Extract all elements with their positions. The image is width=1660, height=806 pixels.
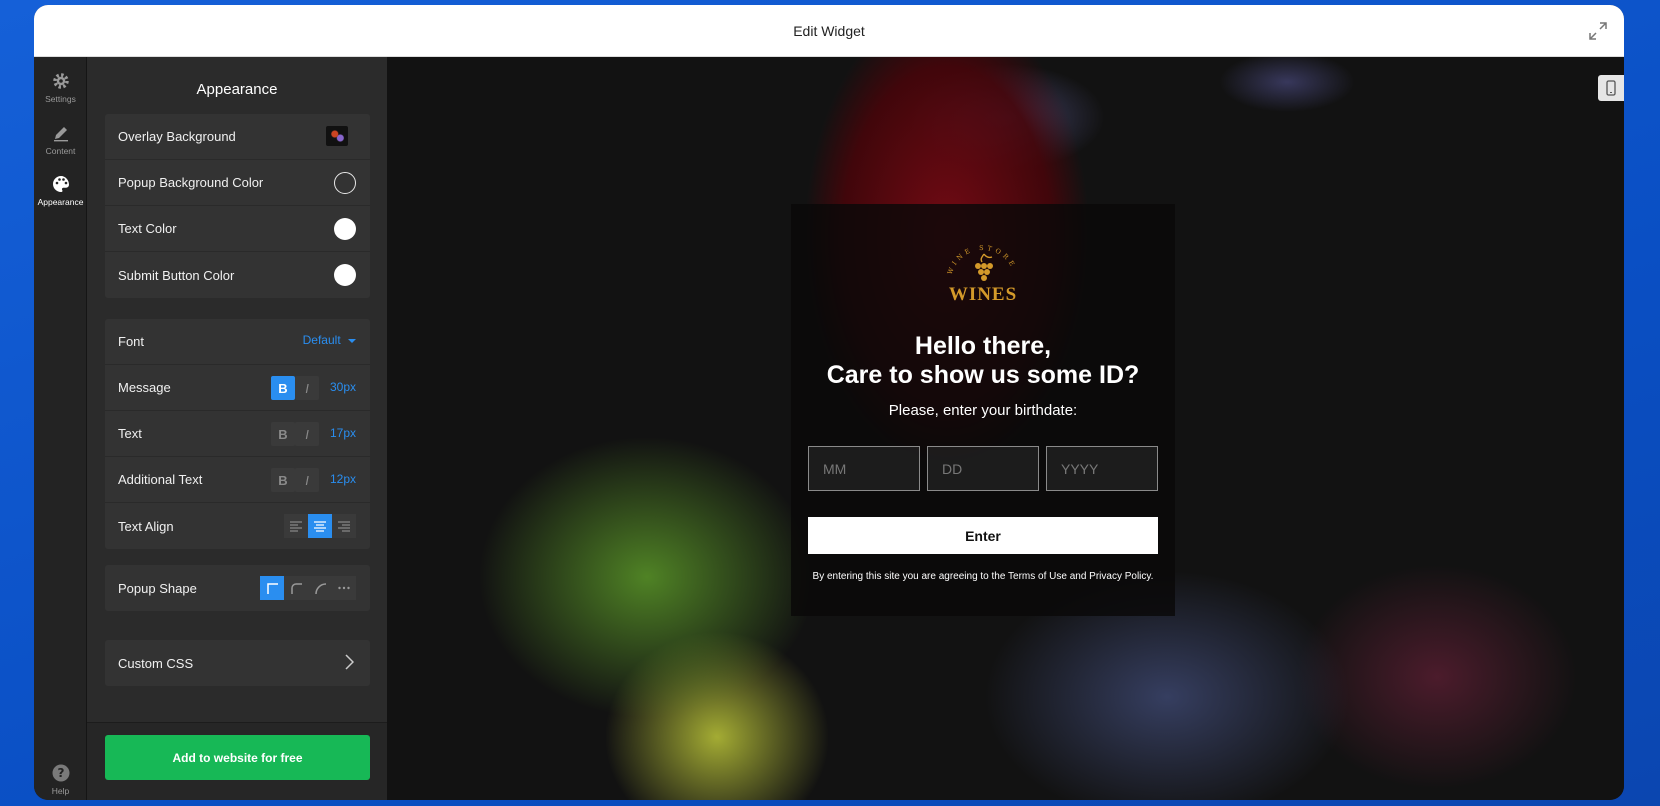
message-italic-toggle[interactable]: I bbox=[295, 376, 319, 400]
text-bold-toggle[interactable]: B bbox=[271, 422, 295, 446]
birth-year-input[interactable] bbox=[1046, 446, 1158, 491]
appearance-panel: Appearance Overlay Background Popup Back… bbox=[87, 57, 420, 800]
shape-rounded-button[interactable] bbox=[284, 576, 308, 600]
shape-round-button[interactable] bbox=[308, 576, 332, 600]
rounded-corner-icon bbox=[291, 583, 302, 594]
message-bold-toggle[interactable]: B bbox=[271, 376, 295, 400]
additional-text-row: Additional Text B I 12px bbox=[105, 457, 370, 503]
panel-title: Appearance bbox=[196, 81, 278, 98]
typography-group: Font Default Message B I 30px Text B I 1… bbox=[105, 319, 370, 549]
text-align-row: Text Align bbox=[105, 503, 370, 549]
panel-footer: Add to website for free bbox=[87, 722, 387, 800]
legal-notice: By entering this site you are agreeing t… bbox=[812, 571, 1154, 582]
pencil-icon bbox=[53, 127, 68, 142]
overlay-background-thumbnail[interactable] bbox=[326, 126, 348, 146]
overlay-background-row[interactable]: Overlay Background bbox=[105, 114, 370, 160]
rail-item-help[interactable]: ? Help bbox=[34, 763, 87, 796]
panel-scroll-area[interactable]: Appearance Overlay Background Popup Back… bbox=[87, 57, 387, 722]
text-color-label: Text Color bbox=[118, 221, 177, 236]
sidebar-rail: Settings Content Appearance ? Help bbox=[34, 57, 87, 800]
popup-shape-row: Popup Shape bbox=[105, 565, 370, 611]
gear-icon bbox=[52, 73, 69, 89]
enter-button[interactable]: Enter bbox=[808, 517, 1158, 554]
birth-month-input[interactable] bbox=[808, 446, 920, 491]
expand-icon[interactable] bbox=[1588, 21, 1608, 41]
submit-button-color-row[interactable]: Submit Button Color bbox=[105, 252, 370, 298]
custom-css-label: Custom CSS bbox=[118, 655, 194, 671]
more-dots-icon bbox=[338, 586, 350, 590]
chevron-right-icon bbox=[344, 654, 355, 675]
popup-background-color-swatch[interactable] bbox=[334, 172, 356, 194]
rail-label-appearance: Appearance bbox=[37, 197, 84, 207]
rail-item-settings[interactable]: Settings bbox=[34, 71, 87, 104]
popup-subtext: Please, enter your birthdate: bbox=[888, 402, 1078, 419]
align-right-button[interactable] bbox=[332, 514, 356, 538]
additional-text-bold-toggle[interactable]: B bbox=[271, 468, 295, 492]
popup-shape-label: Popup Shape bbox=[118, 580, 197, 596]
round-corner-icon bbox=[315, 583, 327, 595]
font-dropdown[interactable]: Default bbox=[303, 333, 356, 347]
mobile-preview-button[interactable] bbox=[1598, 75, 1624, 101]
widget-preview: WINE STORE WINES Hello there, Care to sh… bbox=[387, 57, 1624, 800]
text-color-swatch[interactable] bbox=[334, 218, 356, 240]
align-center-icon bbox=[314, 521, 326, 532]
headline-line-1: Hello there, bbox=[914, 332, 1052, 360]
align-center-button[interactable] bbox=[308, 514, 332, 538]
logo-wordmark: WINES bbox=[948, 284, 1018, 305]
message-font-size[interactable]: 30px bbox=[330, 380, 356, 394]
message-label: Message bbox=[118, 380, 171, 395]
text-align-label: Text Align bbox=[118, 518, 174, 534]
popup-shape-group: Popup Shape bbox=[105, 565, 370, 611]
mobile-device-icon bbox=[1606, 80, 1616, 96]
palette-icon bbox=[52, 176, 69, 192]
age-verification-popup: WINE STORE WINES Hello there, Care to sh… bbox=[791, 204, 1175, 616]
birth-day-input[interactable] bbox=[927, 446, 1039, 491]
font-row[interactable]: Font Default bbox=[105, 319, 370, 365]
headline-line-2: Care to show us some ID? bbox=[826, 361, 1140, 389]
additional-text-label: Additional Text bbox=[118, 472, 203, 487]
custom-css-group: Custom CSS bbox=[105, 640, 370, 686]
rail-item-appearance[interactable]: Appearance bbox=[34, 174, 87, 207]
align-left-button[interactable] bbox=[284, 514, 308, 538]
align-left-icon bbox=[290, 521, 302, 532]
shape-more-button[interactable] bbox=[332, 576, 356, 600]
shape-square-button[interactable] bbox=[260, 576, 284, 600]
text-label: Text bbox=[118, 426, 142, 441]
rail-label-settings: Settings bbox=[45, 94, 76, 104]
window-title: Edit Widget bbox=[793, 22, 865, 39]
font-dropdown-value: Default bbox=[302, 333, 341, 347]
popup-headline: Hello there, Care to show us some ID? bbox=[791, 332, 1175, 390]
submit-button-color-swatch[interactable] bbox=[334, 264, 356, 286]
additional-text-font-size[interactable]: 12px bbox=[330, 472, 356, 486]
add-to-website-button[interactable]: Add to website for free bbox=[105, 735, 370, 780]
square-corner-icon bbox=[267, 583, 278, 594]
caret-down-icon bbox=[348, 339, 356, 343]
editor-window: Edit Widget Settings Content Appearance … bbox=[34, 5, 1624, 800]
align-right-icon bbox=[338, 521, 350, 532]
submit-button-color-label: Submit Button Color bbox=[118, 267, 235, 283]
rail-label-help: Help bbox=[51, 786, 70, 796]
popup-background-color-row[interactable]: Popup Background Color bbox=[105, 160, 370, 206]
text-italic-toggle[interactable]: I bbox=[295, 422, 319, 446]
title-bar: Edit Widget bbox=[34, 5, 1624, 57]
additional-text-italic-toggle[interactable]: I bbox=[295, 468, 319, 492]
popup-background-color-label: Popup Background Color bbox=[118, 175, 264, 190]
custom-css-row[interactable]: Custom CSS bbox=[105, 640, 370, 686]
text-font-size[interactable]: 17px bbox=[330, 426, 356, 440]
help-icon: ? bbox=[52, 764, 69, 782]
overlay-background-label: Overlay Background bbox=[118, 129, 236, 144]
svg-text:?: ? bbox=[57, 766, 64, 780]
text-row: Text B I 17px bbox=[105, 411, 370, 457]
rail-item-content[interactable]: Content bbox=[34, 123, 87, 156]
font-label: Font bbox=[118, 334, 145, 349]
rail-label-content: Content bbox=[45, 146, 76, 156]
message-row: Message B I 30px bbox=[105, 365, 370, 411]
color-settings-group: Overlay Background Popup Background Colo… bbox=[105, 114, 370, 298]
text-color-row[interactable]: Text Color bbox=[105, 206, 370, 252]
